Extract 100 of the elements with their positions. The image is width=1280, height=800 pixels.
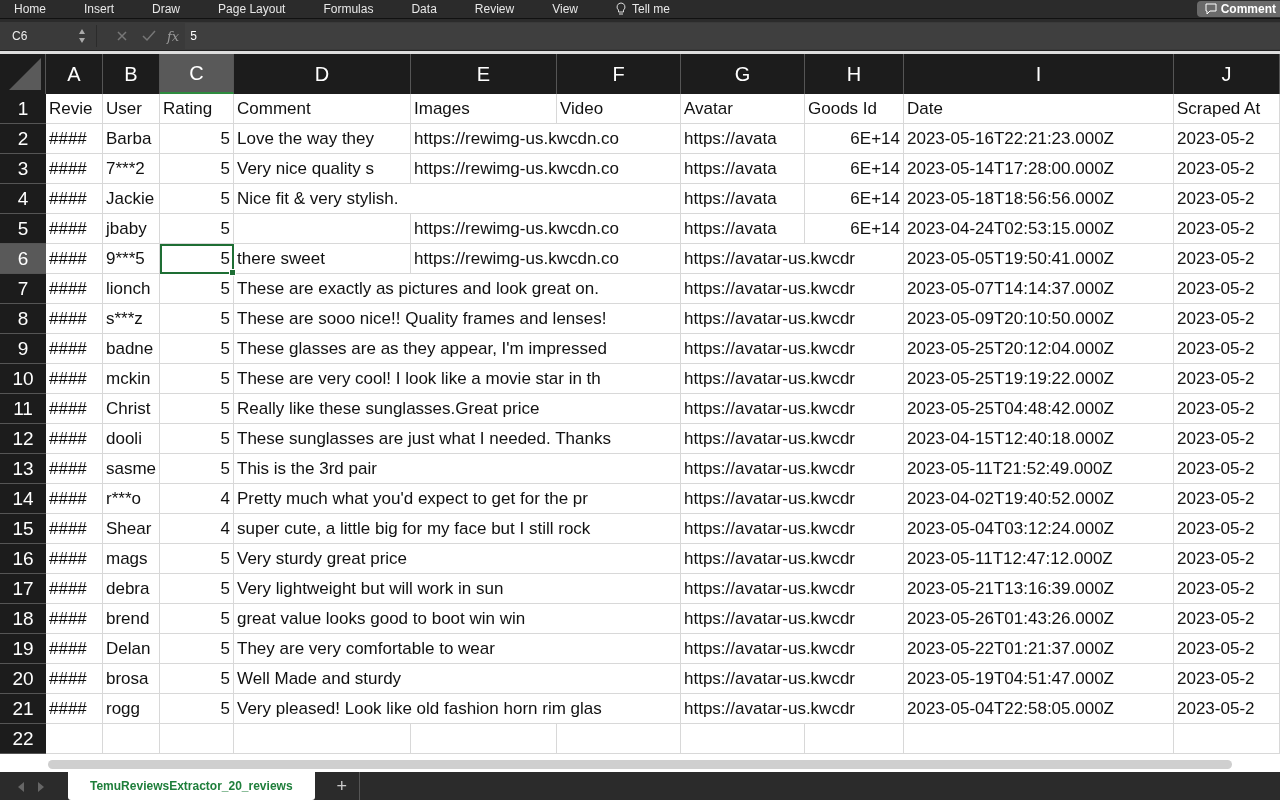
ribbon-tab[interactable]: View [552,2,578,16]
row-header[interactable]: 3 [0,154,46,184]
table-cell: 5 [160,544,234,574]
ribbon-tab[interactable]: Insert [84,2,115,16]
row-header[interactable]: 18 [0,604,46,634]
previous-sheet-icon[interactable] [16,781,26,793]
column-header[interactable]: F [557,54,681,94]
table-cell: 2023-05-25T20:12:04.000Z [904,334,1174,364]
row-header[interactable]: 6 [0,244,46,274]
comments-button[interactable]: Comment [1196,1,1280,17]
table-cell: https://avatar-us.kwcdr [681,454,904,484]
column-header[interactable]: A [46,54,103,94]
table-cell: These are very cool! I look like a movie star in th [234,364,681,394]
row-header[interactable]: 19 [0,634,46,664]
table-cell: #### [46,424,103,454]
table-cell: 2023-05-2 [1174,214,1280,244]
empty-cell [103,724,160,754]
column-header[interactable]: J [1174,54,1280,94]
table-cell: #### [46,364,103,394]
table-cell: 6E+14 [805,154,904,184]
table-cell: https://avatar-us.kwcdr [681,334,904,364]
table-cell: 2023-05-2 [1174,544,1280,574]
table-cell: 2023-05-11T21:52:49.000Z [904,454,1174,484]
row-header[interactable]: 10 [0,364,46,394]
function-button[interactable]: fx [167,28,180,44]
table-cell: jbaby [103,214,160,244]
table-cell: #### [46,454,103,484]
table-cell: https://rewimg-us.kwcdn.co [411,124,681,154]
table-cell: https://avata [681,184,805,214]
checkmark-icon[interactable] [142,30,156,42]
table-cell: #### [46,244,103,274]
table-cell: 2023-05-2 [1174,124,1280,154]
table-cell: #### [46,124,103,154]
cancel-icon[interactable] [116,30,128,42]
tell-me-field[interactable]: Tell me [631,2,670,16]
ribbon-tab[interactable]: Page Layout [218,2,286,16]
row-header[interactable]: 4 [0,184,46,214]
column-header[interactable]: E [411,54,557,94]
ribbon-tab[interactable]: Draw [152,2,181,16]
formula-input[interactable]: 5 [185,23,1280,49]
column-header[interactable]: G [681,54,805,94]
table-cell: 5 [160,634,234,664]
column-header[interactable]: B [103,54,160,94]
table-cell: This is the 3rd pair [234,454,681,484]
table-cell: 2023-05-2 [1174,664,1280,694]
row-header[interactable]: 2 [0,124,46,154]
next-sheet-icon[interactable] [36,781,46,793]
table-cell: 5 [160,394,234,424]
row-header[interactable]: 16 [0,544,46,574]
speech-bubble-icon [1204,3,1217,15]
table-cell: 2023-05-22T01:21:37.000Z [904,634,1174,664]
table-cell: #### [46,184,103,214]
table-cell: https://avatar-us.kwcdr [681,574,904,604]
table-cell: Revie [46,94,103,124]
table-cell: https://avatar-us.kwcdr [681,514,904,544]
row-header[interactable]: 21 [0,694,46,724]
row-header[interactable]: 11 [0,394,46,424]
table-cell: #### [46,634,103,664]
row-header[interactable]: 13 [0,454,46,484]
table-cell: 5 [160,364,234,394]
table-cell: super cute, a little big for my face but I still rock [234,514,681,544]
ribbon-tab[interactable]: Review [474,2,515,16]
column-header[interactable]: I [904,54,1174,94]
column-header[interactable]: C [160,54,234,94]
ribbon-tab[interactable]: Data [411,2,437,16]
row-header[interactable]: 1 [0,94,46,124]
table-cell: #### [46,154,103,184]
row-header[interactable]: 22 [0,724,46,754]
add-sheet-button[interactable]: + [324,772,361,800]
row-header[interactable]: 8 [0,304,46,334]
horizontal-scrollbar[interactable] [48,760,1232,769]
table-cell: These are exactly as pictures and look great on. [234,274,681,304]
row-header[interactable]: 7 [0,274,46,304]
row-header[interactable]: 17 [0,574,46,604]
row-header[interactable]: 14 [0,484,46,514]
active-cell[interactable]: 5 [160,244,234,274]
fill-handle[interactable] [229,269,236,276]
ribbon-tab[interactable]: Home [14,2,46,16]
table-cell: Pretty much what you'd expect to get for the pr [234,484,681,514]
row-header[interactable]: 5 [0,214,46,244]
row-header[interactable]: 9 [0,334,46,364]
ribbon-tab[interactable]: Formulas [323,2,374,16]
table-cell: 2023-05-2 [1174,364,1280,394]
table-cell: 7***2 [103,154,160,184]
table-cell: #### [46,664,103,694]
name-box[interactable]: C6 [0,25,97,47]
table-cell: https://avatar-us.kwcdr [681,634,904,664]
row-header[interactable]: 15 [0,514,46,544]
table-cell: 2023-05-14T17:28:00.000Z [904,154,1174,184]
stepper-icon[interactable] [78,28,86,44]
table-cell: 5 [160,604,234,634]
row-header[interactable]: 12 [0,424,46,454]
sheet-tab[interactable]: TemuReviewsExtractor_20_reviews [68,772,315,800]
table-cell: 5 [160,274,234,304]
row-header[interactable]: 20 [0,664,46,694]
table-cell: 2023-05-25T19:19:22.000Z [904,364,1174,394]
table-cell: rogg [103,694,160,724]
column-header[interactable]: D [234,54,411,94]
table-cell: Scraped At [1174,94,1280,124]
column-header[interactable]: H [805,54,904,94]
